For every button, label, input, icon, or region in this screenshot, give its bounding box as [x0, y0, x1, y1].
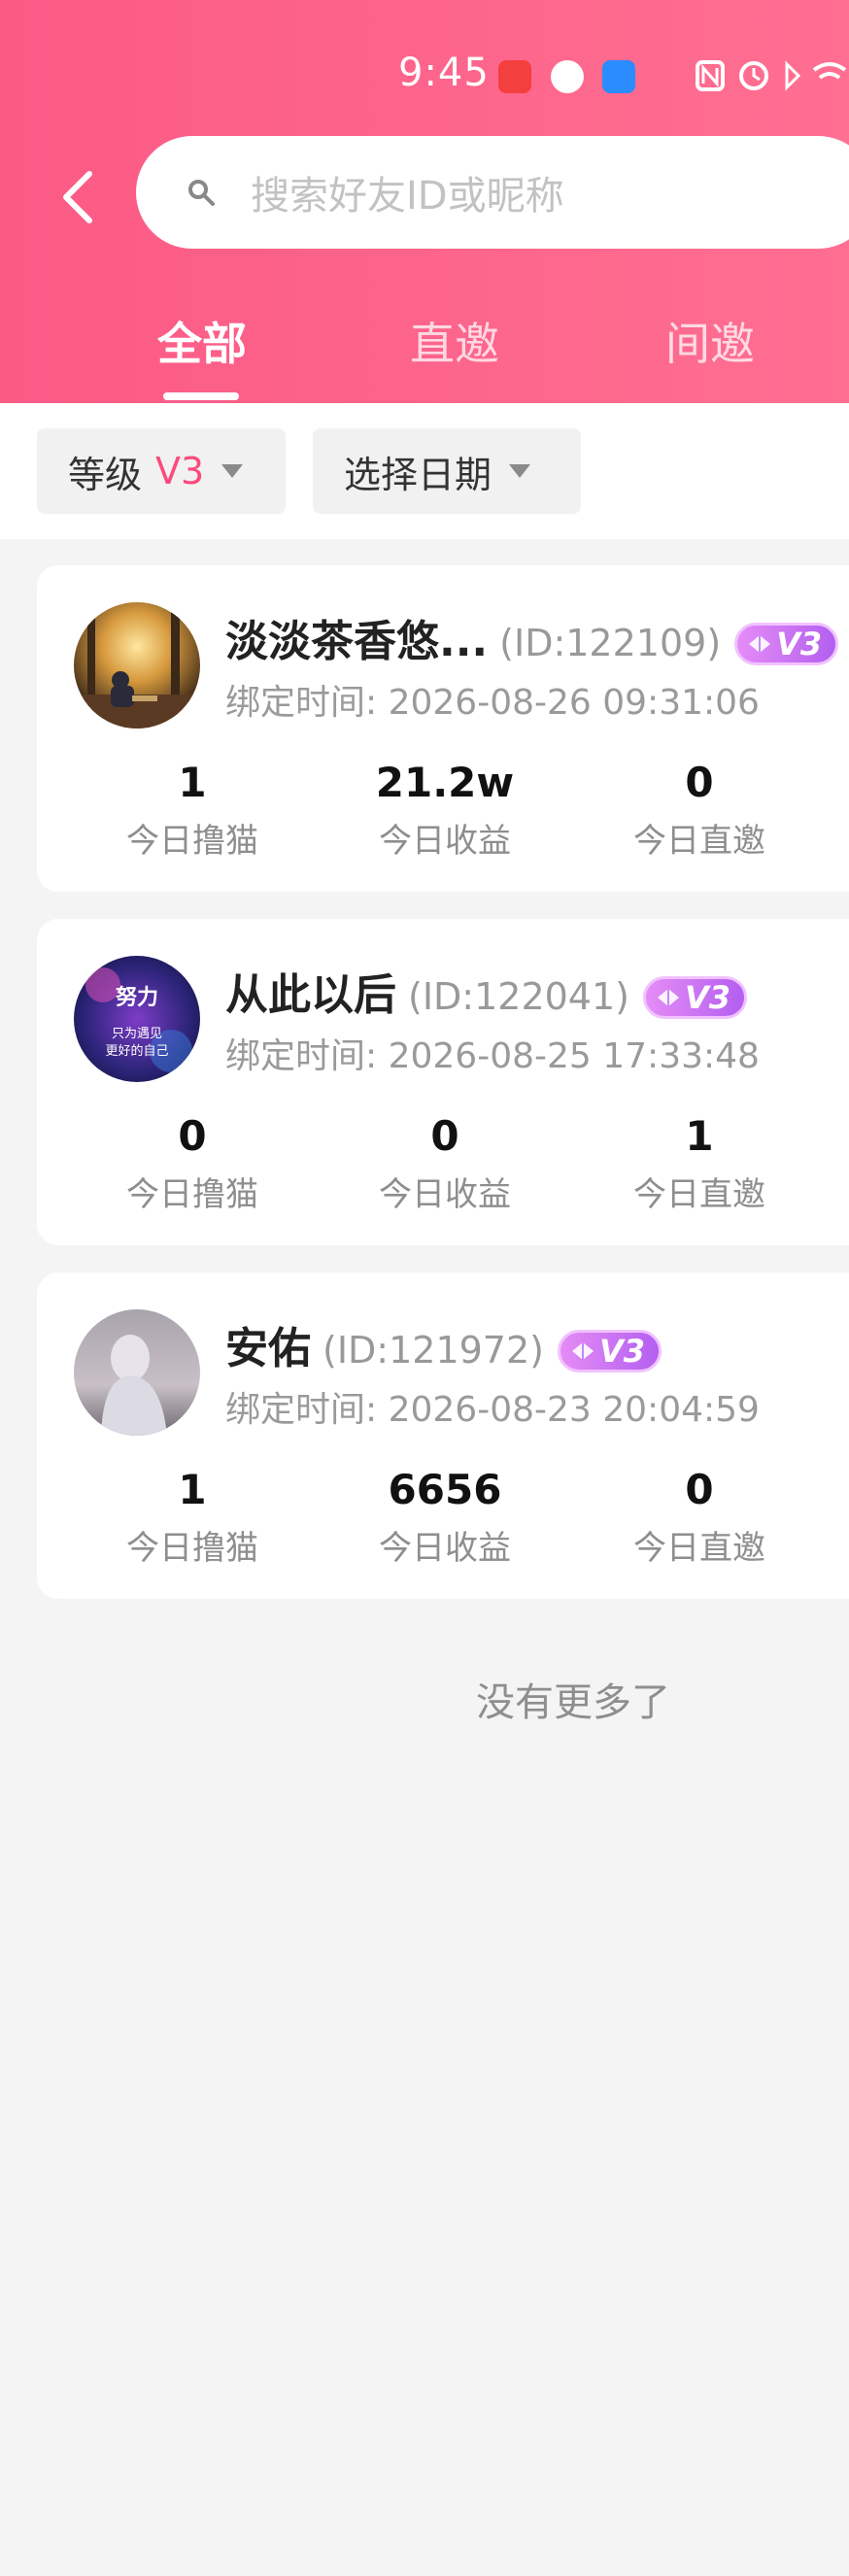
- caret-down-icon: [509, 464, 531, 478]
- filter-bar: 等级 V3 选择日期: [0, 403, 849, 539]
- stat-label: 今日直邀: [633, 1175, 765, 1214]
- active-tab-indicator: [163, 392, 239, 400]
- status-icons: [694, 56, 849, 104]
- level-badge: V3: [642, 976, 748, 1019]
- stat-value: 1: [178, 759, 207, 806]
- date-filter-label: 选择日期: [344, 453, 492, 496]
- bind-time: 绑定时间: 2026-08-25 17:33:48: [225, 1028, 760, 1078]
- avatar: 努力 只为遇见 更好的自己: [74, 956, 200, 1082]
- search-icon: [187, 175, 221, 210]
- avatar-text: 更好的自己: [105, 1043, 168, 1059]
- friend-id: (ID:121972): [323, 1329, 544, 1372]
- friend-name-row: 淡淡茶香悠... (ID:122109) V3: [225, 606, 839, 668]
- stat-value: 1: [685, 1112, 714, 1160]
- gem-icon: [571, 1342, 594, 1360]
- stat-value: 0: [178, 1112, 207, 1160]
- notification-app-icon: [498, 60, 531, 93]
- avatar-text: 努力: [116, 985, 158, 1010]
- system-status-icon: [696, 60, 847, 91]
- avatar: [74, 1309, 200, 1436]
- stat-label: 今日直邀: [633, 1529, 765, 1568]
- stat-direct-invites: 1 今日直邀: [573, 1109, 826, 1215]
- bind-time: 绑定时间: 2026-08-23 20:04:59: [225, 1381, 760, 1432]
- bind-time-value: 2026-08-26 09:31:06: [388, 683, 760, 723]
- stat-value: 1: [178, 1466, 207, 1513]
- friend-card[interactable]: 安佑 (ID:121972) V3 绑定时间: 2026-08-23 20:04:5…: [37, 1272, 849, 1599]
- stat-earnings: 0 今日收益: [319, 1109, 571, 1215]
- bind-time-label: 绑定时间:: [225, 683, 378, 723]
- level-badge: V3: [557, 1330, 662, 1373]
- chevron-left-icon: [63, 171, 92, 223]
- caret-down-icon: [221, 464, 244, 478]
- stat-value: 6656: [388, 1466, 502, 1513]
- stat-cats: 1 今日撸猫: [66, 756, 319, 862]
- bind-time-value: 2026-08-25 17:33:48: [388, 1036, 760, 1076]
- bind-time-label: 绑定时间:: [225, 1036, 378, 1076]
- stat-label: 今日收益: [379, 1175, 511, 1214]
- stat-label: 今日收益: [379, 1529, 511, 1568]
- gem-icon: [657, 989, 679, 1006]
- stat-value: 0: [430, 1112, 459, 1160]
- tab-bar: 全部 直邀 间邀: [0, 309, 849, 403]
- stat-cats: 1 今日撸猫: [66, 1463, 319, 1569]
- stat-label: 今日收益: [379, 822, 511, 861]
- message-icon: [602, 60, 635, 93]
- level-filter-value: V3: [155, 450, 205, 492]
- friend-name: 淡淡茶香悠...: [225, 617, 489, 666]
- stat-value: 0: [685, 1466, 714, 1513]
- header: 9:45 搜索好友ID或昵称 全部 直邀 间邀: [0, 0, 849, 403]
- friend-name: 安佑: [225, 1324, 311, 1373]
- back-button[interactable]: [49, 163, 107, 231]
- tab-all[interactable]: 全部: [157, 309, 247, 373]
- level-filter-label: 等级: [68, 453, 143, 496]
- stat-earnings: 6656 今日收益: [319, 1463, 571, 1569]
- friend-name: 从此以后: [225, 970, 396, 1020]
- friend-id: (ID:122109): [499, 622, 722, 664]
- friend-id: (ID:122041): [408, 975, 629, 1018]
- stat-direct-invites: 0 今日直邀: [573, 756, 826, 862]
- stat-earnings: 21.2w 今日收益: [319, 756, 571, 862]
- level-filter[interactable]: 等级 V3: [37, 428, 286, 514]
- bind-time-label: 绑定时间:: [225, 1390, 378, 1430]
- tab-direct[interactable]: 直邀: [410, 309, 499, 373]
- bind-time: 绑定时间: 2026-08-26 09:31:06: [225, 674, 760, 725]
- stat-value: 21.2w: [375, 759, 515, 806]
- avatar: [74, 602, 200, 729]
- stat-value: 0: [685, 759, 714, 806]
- stat-label: 今日直邀: [633, 822, 765, 861]
- bind-time-value: 2026-08-23 20:04:59: [388, 1390, 760, 1430]
- friend-card[interactable]: 努力 只为遇见 更好的自己 从此以后 (ID:122041) V3 绑定时间: 20…: [37, 919, 849, 1245]
- friend-name-row: 从此以后 (ID:122041) V3: [225, 960, 748, 1022]
- level-badge: V3: [734, 623, 839, 665]
- stat-direct-invites: 0 今日直邀: [573, 1463, 826, 1569]
- gem-icon: [749, 635, 771, 653]
- avatar-text: 只为遇见: [112, 1027, 162, 1041]
- stat-cats: 0 今日撸猫: [66, 1109, 319, 1215]
- stat-label: 今日撸猫: [126, 1529, 258, 1568]
- search-input[interactable]: 搜索好友ID或昵称: [136, 136, 849, 249]
- status-time: 9:45: [398, 51, 490, 95]
- tab-indirect[interactable]: 间邀: [665, 309, 755, 373]
- stat-label: 今日撸猫: [126, 1175, 258, 1214]
- qq-icon: [551, 60, 584, 93]
- stat-label: 今日撸猫: [126, 822, 258, 861]
- friend-name-row: 安佑 (ID:121972) V3: [225, 1313, 662, 1375]
- search-placeholder: 搜索好友ID或昵称: [251, 174, 564, 219]
- no-more-text: 没有更多了: [476, 1680, 670, 1725]
- friend-card[interactable]: 淡淡茶香悠... (ID:122109) V3 绑定时间: 2026-08-26 0…: [37, 565, 849, 892]
- date-filter[interactable]: 选择日期: [313, 428, 581, 514]
